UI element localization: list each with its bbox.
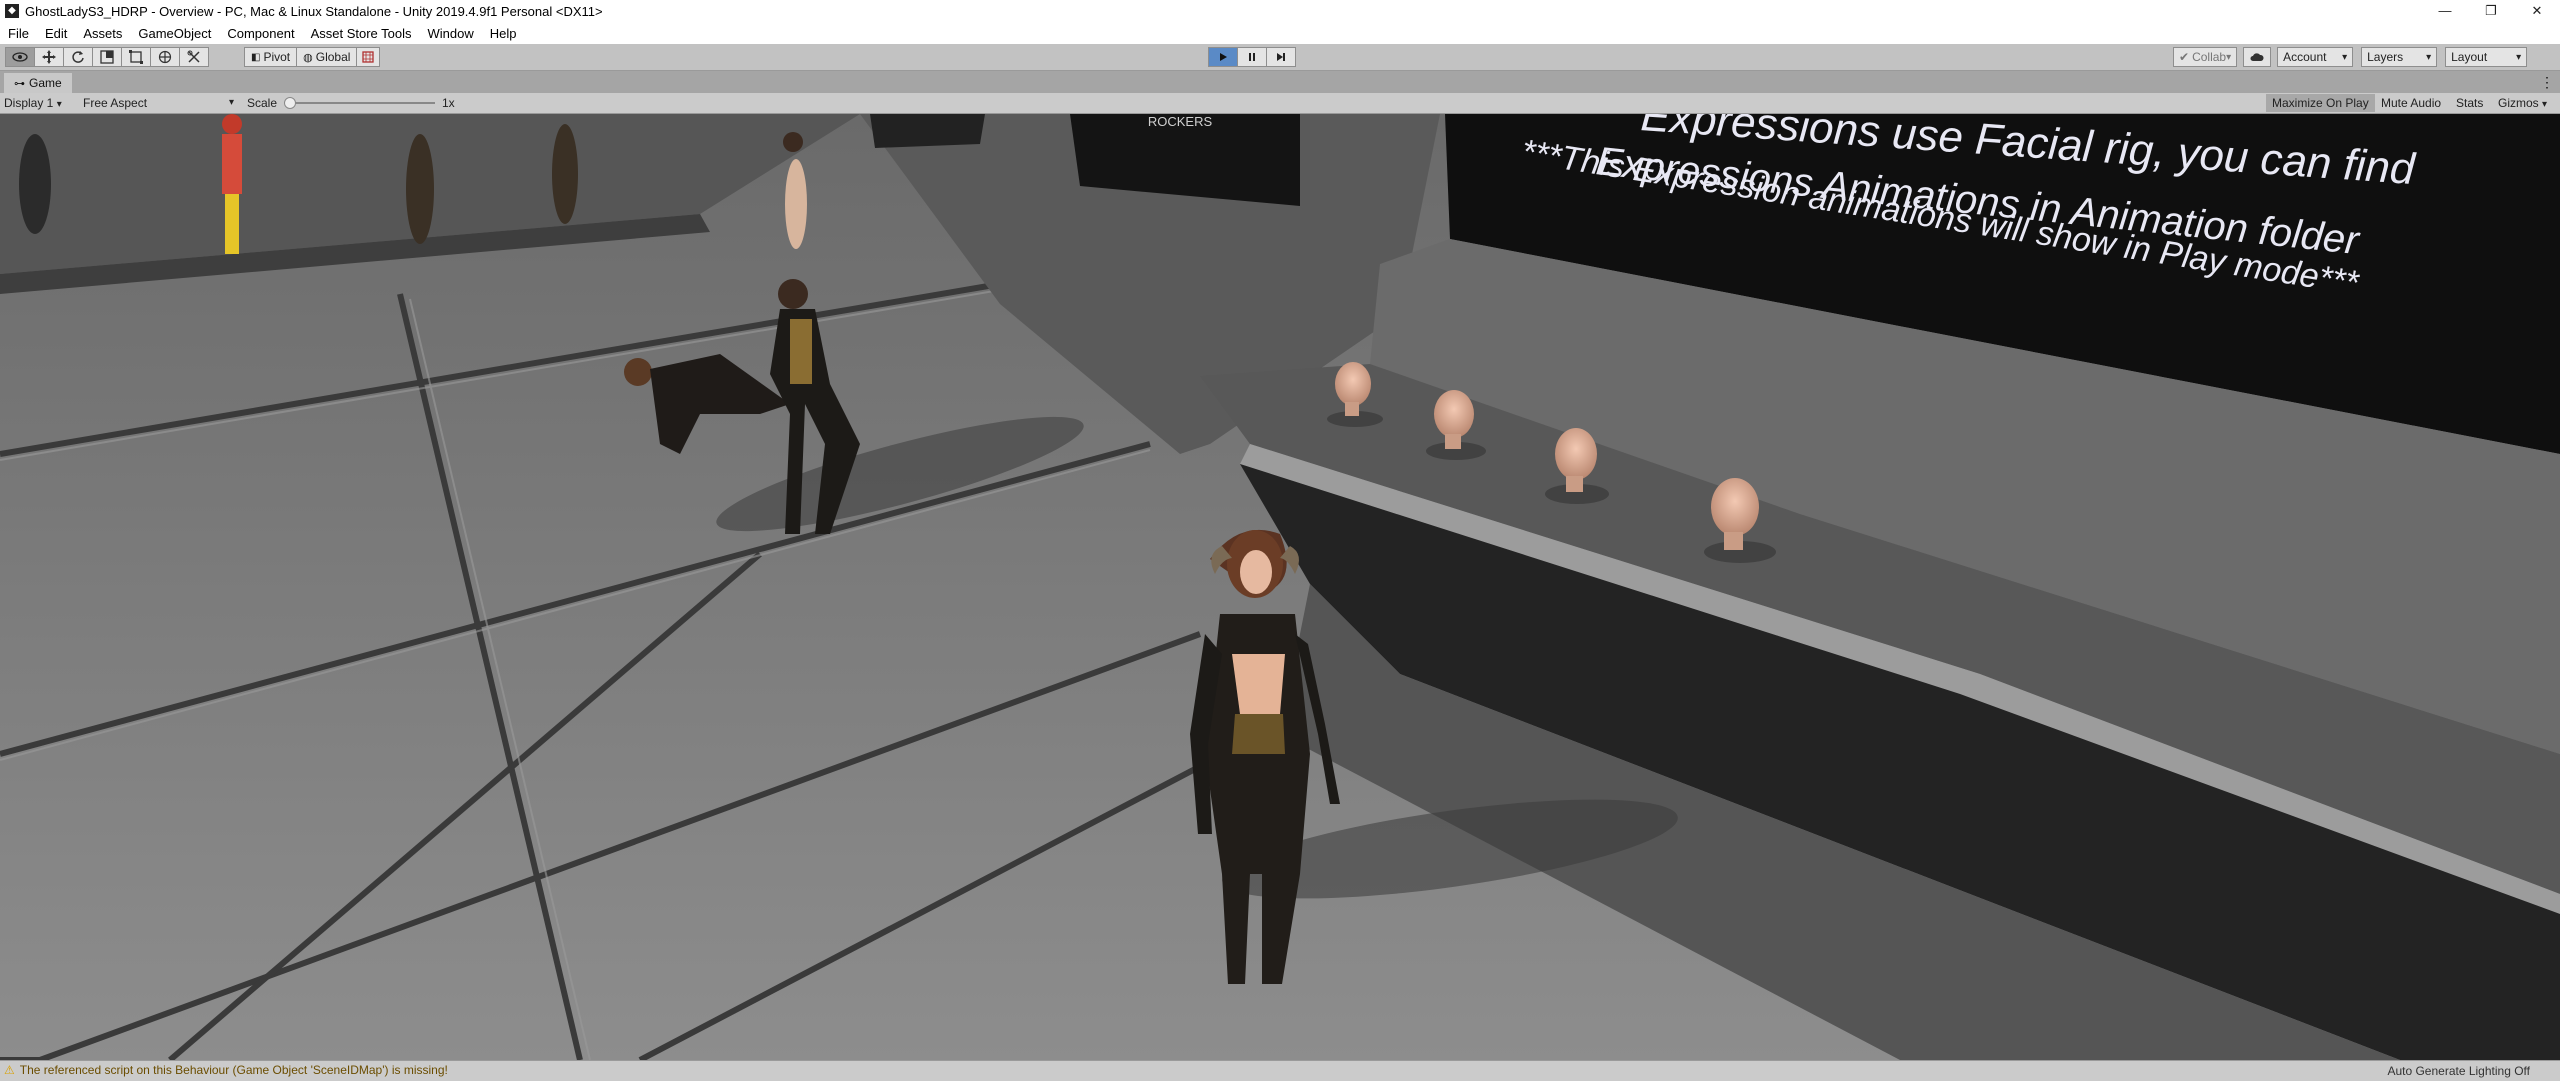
grid-snap-toggle[interactable] [356, 47, 381, 67]
unity-logo-icon: ◆ [5, 4, 19, 18]
aspect-label: Free Aspect [83, 96, 148, 110]
tab-game[interactable]: ⊶ Game [4, 73, 72, 93]
collab-label: Collab [2192, 50, 2227, 64]
layout-label: Layout [2451, 50, 2488, 64]
scale-tool-icon[interactable] [92, 47, 122, 67]
auto-lighting-status[interactable]: Auto Generate Lighting Off [2387, 1064, 2530, 1078]
globe-icon: ◍ [303, 51, 313, 64]
distant-character-1 [19, 134, 51, 234]
gamepad-icon: ⊶ [14, 77, 25, 90]
game-viewport[interactable]: ROCKERS Expressions use Facial rig, you … [0, 114, 2560, 1060]
global-label: Global [315, 50, 351, 64]
account-label: Account [2283, 50, 2327, 64]
play-button[interactable] [1208, 47, 1238, 67]
distant-character-2 [222, 114, 242, 254]
right-toolbar: ✔ Collab Account Layers Layout [2173, 47, 2528, 67]
gizmos-label: Gizmos [2498, 96, 2539, 110]
step-icon [1277, 53, 1285, 61]
global-toggle[interactable]: ◍ Global [296, 47, 358, 67]
main-toolbar: ◧ Pivot ◍ Global ✔ Collab Account [0, 44, 2560, 71]
step-button[interactable] [1266, 47, 1296, 67]
view-tool-eye-icon[interactable] [5, 47, 35, 67]
custom-tool-icon[interactable] [179, 47, 209, 67]
cloud-button[interactable] [2243, 47, 2272, 67]
layers-dropdown[interactable]: Layers [2361, 47, 2438, 67]
display-label: Display 1 [4, 96, 54, 110]
menu-component[interactable]: Component [219, 26, 302, 41]
scale-label: Scale [247, 96, 278, 110]
play-icon [1220, 53, 1227, 61]
close-button[interactable]: ✕ [2514, 0, 2560, 22]
status-bar: ⚠ The referenced script on this Behaviou… [0, 1060, 2560, 1081]
menu-gameobject[interactable]: GameObject [130, 26, 219, 41]
distant-character-3 [406, 134, 434, 244]
gizmos-dropdown[interactable]: Gizmos [2492, 94, 2553, 112]
rotate-tool-icon[interactable] [63, 47, 93, 67]
pivot-label: Pivot [263, 50, 291, 64]
tab-game-label: Game [29, 76, 62, 90]
aspect-dropdown[interactable]: Free Aspect ▾ [83, 95, 238, 111]
move-tool-icon[interactable] [34, 47, 64, 67]
menu-bar: File Edit Assets GameObject Component As… [0, 22, 2560, 44]
pivot-toggle[interactable]: ◧ Pivot [244, 47, 298, 67]
scale-slider-handle[interactable] [284, 97, 296, 109]
wall-panel-text: ROCKERS [1148, 114, 1213, 129]
cloud-icon [2250, 53, 2264, 61]
menu-help[interactable]: Help [482, 26, 525, 41]
menu-file[interactable]: File [0, 26, 37, 41]
aspect-chevron-icon: ▾ [228, 97, 234, 108]
menu-edit[interactable]: Edit [37, 26, 75, 41]
maximize-on-play-toggle[interactable]: Maximize On Play [2266, 94, 2375, 112]
menu-window[interactable]: Window [420, 26, 482, 41]
window-title: GhostLadyS3_HDRP - Overview - PC, Mac & … [25, 3, 603, 19]
transform-tool-icon[interactable] [150, 47, 180, 67]
playback-controls [1208, 47, 1296, 67]
panel-menu-kebab-icon[interactable]: ⋮ [2540, 74, 2554, 91]
handle-toggles: ◧ Pivot ◍ Global [244, 47, 381, 67]
warning-icon: ⚠ [4, 1063, 15, 1077]
restore-button[interactable]: ❐ [2468, 0, 2514, 22]
wall-panel-small [870, 114, 985, 148]
console-warning[interactable]: ⚠ The referenced script on this Behaviou… [4, 1063, 448, 1077]
layout-dropdown[interactable]: Layout [2445, 47, 2528, 67]
game-panel-tabbar: ⊶ Game ⋮ [0, 71, 2560, 93]
stats-toggle[interactable]: Stats [2450, 94, 2489, 112]
pivot-icon: ◧ [251, 51, 261, 63]
status-message: The referenced script on this Behaviour … [19, 1063, 448, 1077]
layers-label: Layers [2367, 50, 2404, 64]
scale-value: 1x [442, 96, 455, 110]
scene-render: ROCKERS Expressions use Facial rig, you … [0, 114, 2560, 1060]
scale-slider-track[interactable] [289, 102, 435, 104]
pause-button[interactable] [1237, 47, 1267, 67]
transform-tools [5, 47, 209, 67]
rect-tool-icon[interactable] [121, 47, 151, 67]
distant-character-4 [552, 124, 578, 224]
window-title-bar: ◆ GhostLadyS3_HDRP - Overview - PC, Mac … [0, 0, 2560, 22]
minimize-button[interactable]: — [2422, 0, 2468, 22]
display-dropdown[interactable]: Display 1 [4, 95, 62, 111]
mute-audio-toggle[interactable]: Mute Audio [2375, 94, 2447, 112]
grid-snap-icon [362, 51, 375, 63]
game-view-toolbar: Display 1 Free Aspect ▾ Scale 1x Maximiz… [0, 93, 2560, 114]
menu-asset-store-tools[interactable]: Asset Store Tools [303, 26, 420, 41]
account-dropdown[interactable]: Account [2277, 47, 2354, 67]
collab-dropdown[interactable]: ✔ Collab [2173, 47, 2238, 67]
menu-assets[interactable]: Assets [75, 26, 130, 41]
pause-icon [1249, 53, 1255, 61]
collab-check-icon: ✔ [2179, 50, 2190, 64]
